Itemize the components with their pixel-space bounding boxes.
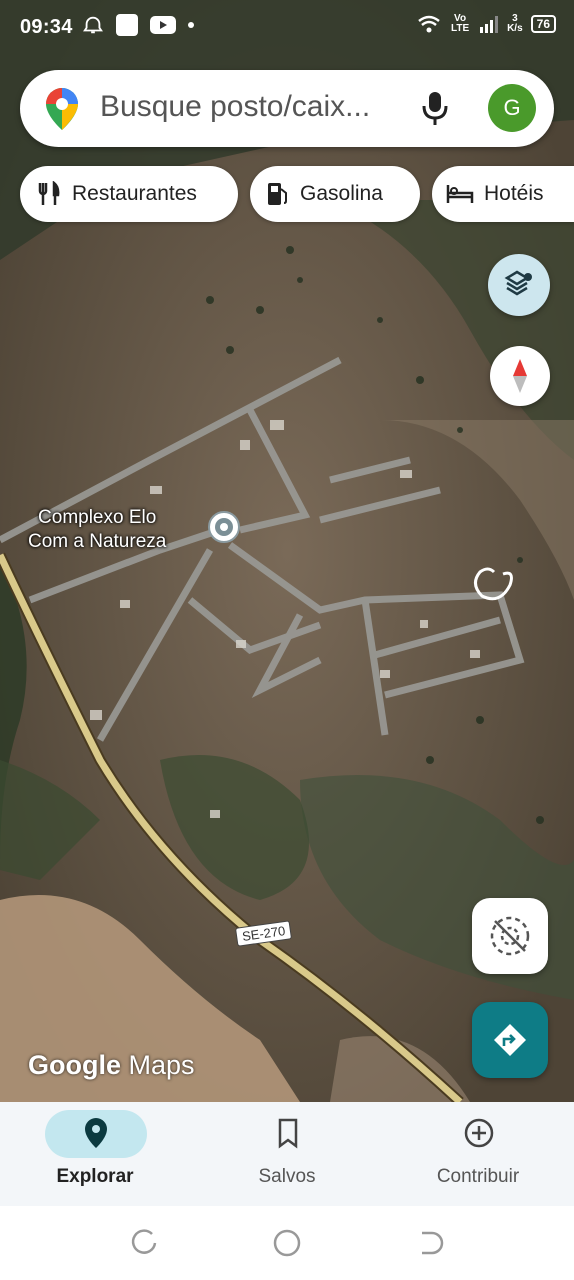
location-pin-icon [85,1118,107,1148]
nav-contribute[interactable]: Contribuir [383,1102,573,1206]
data-speed-unit: K/s [507,23,523,34]
notification-icons [82,14,194,36]
location-off-icon [490,916,530,956]
battery-icon: 76 [530,15,556,33]
status-bar: 09:34 Vo LTE 3 K/s 76 [0,0,574,58]
chip-restaurants[interactable]: Restaurantes [20,166,238,222]
place-label-line2: Com a Natureza [28,531,167,552]
nav-explore-label: Explorar [56,1166,134,1187]
hotel-icon [446,185,474,203]
place-label-line1: Complexo Elo [38,507,157,528]
add-circle-icon [464,1118,494,1148]
directions-icon [494,1024,526,1056]
recent-apps-icon[interactable] [130,1228,160,1258]
category-chips: Restaurantes Gasolina Hotéis [0,166,574,224]
chip-gas-label: Gasolina [300,182,383,205]
search-bar[interactable]: Busque posto/caix... G [20,70,554,147]
my-location-button[interactable] [472,898,548,974]
more-dot-icon [188,22,194,28]
layers-icon [504,270,532,296]
google-maps-pin-icon [46,88,78,130]
nav-contribute-label: Contribuir [436,1166,520,1187]
status-right: Vo LTE 3 K/s 76 [417,14,556,34]
home-icon[interactable] [272,1228,302,1258]
chip-hotels-label: Hotéis [484,182,544,205]
watermark-maps: Maps [128,1050,195,1080]
nav-saved-label: Salvos [258,1166,316,1187]
gas-station-icon [268,183,287,205]
data-speed: 3 K/s [507,14,523,34]
compass-icon [513,359,527,393]
watermark-google: Google [28,1050,121,1080]
google-maps-watermark: Google Maps [28,1050,195,1081]
nav-saved[interactable]: Salvos [192,1102,382,1206]
alarm-icon [83,16,103,34]
search-input[interactable]: Busque posto/caix... [100,90,370,124]
status-time: 09:34 [20,16,73,38]
nav-explore[interactable]: Explorar [0,1102,190,1206]
wifi-icon [418,15,440,33]
bookmark-icon [278,1118,298,1149]
place-label[interactable]: Complexo Elo Com a Natureza [28,506,166,554]
directions-button[interactable] [472,1002,548,1078]
signal-icon [480,16,499,33]
back-icon[interactable] [416,1228,446,1258]
system-navigation-bar [0,1206,574,1280]
network-type: Vo LTE [449,14,471,34]
chip-hotels[interactable]: Hotéis [432,166,574,222]
youtube-icon [150,16,176,34]
network-type-part: LTE [451,23,470,34]
account-avatar[interactable]: G [488,84,536,132]
place-marker-icon [208,511,240,543]
app-square-icon [116,14,138,36]
chip-restaurants-label: Restaurantes [72,182,197,205]
chip-gas[interactable]: Gasolina [250,166,420,222]
layers-button[interactable] [488,254,550,316]
compass-button[interactable] [490,346,550,406]
microphone-icon[interactable] [420,88,450,128]
bottom-navigation: Explorar Salvos Contribuir [0,1102,574,1206]
restaurant-icon [38,181,60,205]
